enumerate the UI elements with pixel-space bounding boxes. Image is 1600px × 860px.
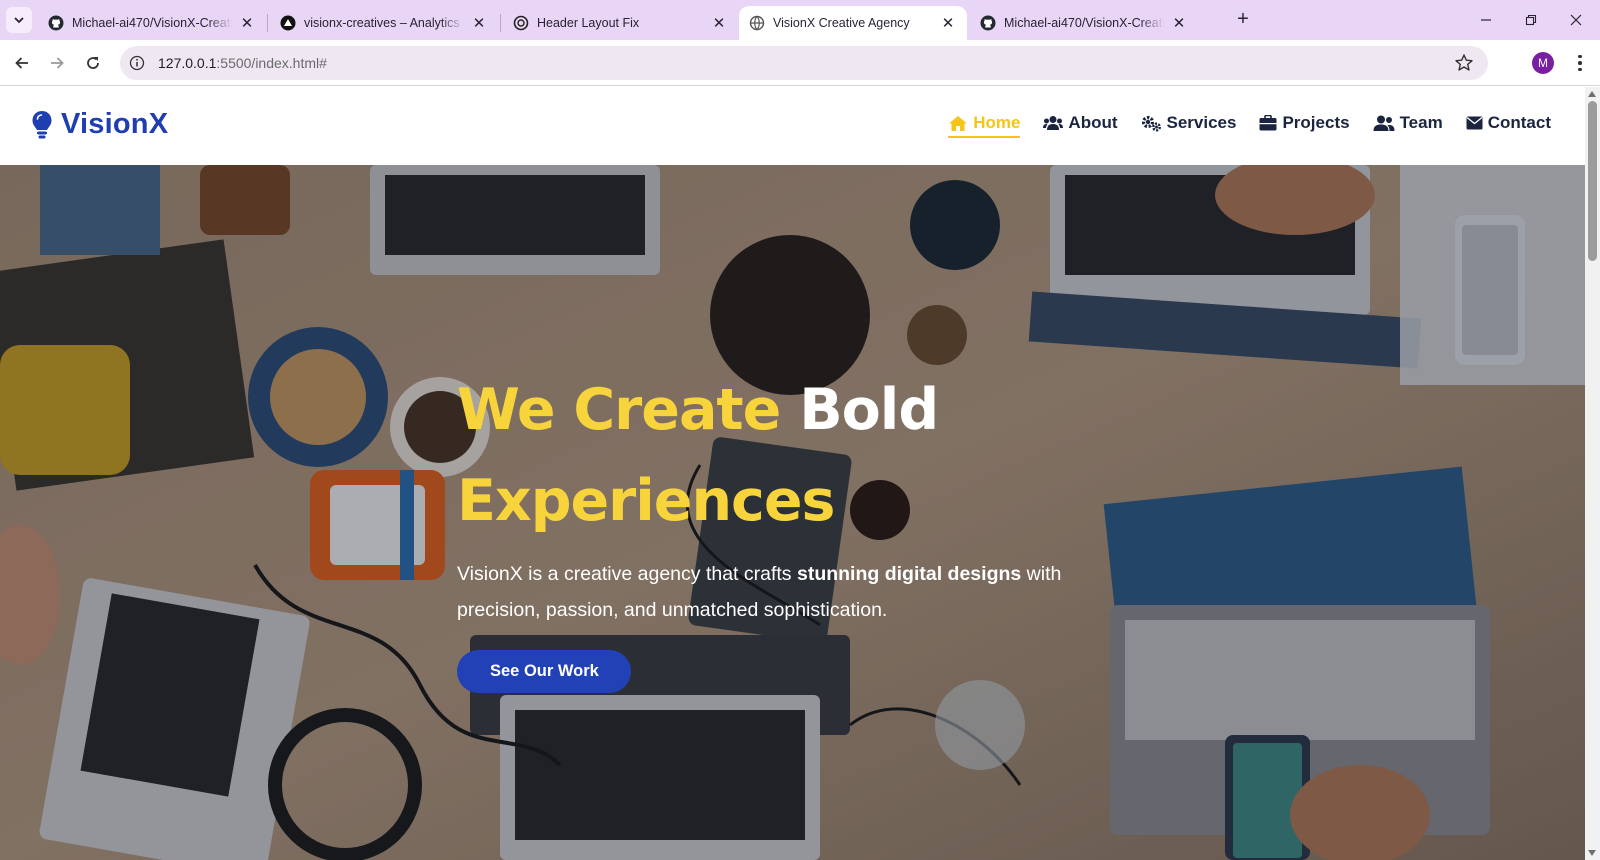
- reload-icon: [87, 57, 99, 69]
- nav-services[interactable]: Services: [1141, 113, 1237, 137]
- see-our-work-button[interactable]: See Our Work: [457, 650, 631, 693]
- tab-title: Header Layout Fix: [537, 16, 640, 30]
- scroll-down-arrow[interactable]: [1588, 850, 1596, 856]
- github-icon: [48, 15, 64, 31]
- close-icon: [1570, 14, 1582, 26]
- users-icon: [1043, 116, 1064, 130]
- tab-close-icon[interactable]: ✕: [939, 14, 957, 32]
- arrow-left-icon: [15, 57, 28, 69]
- nav-contact[interactable]: Contact: [1466, 113, 1551, 137]
- tab-close-icon[interactable]: ✕: [710, 14, 728, 32]
- hero-section: We Create Bold Experiences VisionX is a …: [0, 165, 1585, 860]
- hero-description: VisionX is a creative agency that crafts…: [457, 556, 1077, 628]
- restore-icon: [1525, 14, 1537, 26]
- lightbulb-icon: [32, 110, 52, 138]
- browser-tab-vercel[interactable]: visionx-creatives – Analytics – V ✕: [270, 6, 498, 40]
- site-info-icon[interactable]: [128, 54, 146, 72]
- tab-title: Michael-ai470/VisionX-Creative: [1004, 16, 1164, 30]
- nav-team[interactable]: Team: [1373, 113, 1443, 137]
- hero-title-highlight-2: Experiences: [457, 468, 835, 534]
- nav-label: Projects: [1282, 113, 1350, 132]
- site-logo[interactable]: VisionX: [31, 108, 168, 141]
- nav-label: About: [1068, 113, 1118, 132]
- browser-tab-github-1[interactable]: Michael-ai470/VisionX-Creative ✕: [38, 6, 266, 40]
- browser-tab-active[interactable]: VisionX Creative Agency ✕: [739, 6, 967, 40]
- hero-description-part: VisionX is a creative agency that crafts: [457, 563, 792, 585]
- reload-button[interactable]: [81, 51, 105, 75]
- minimize-icon: [1481, 19, 1491, 21]
- tab-divider: [500, 14, 501, 32]
- chevron-down-icon: [14, 17, 24, 24]
- bookmark-star-icon[interactable]: [1454, 53, 1474, 73]
- restore-button[interactable]: [1519, 8, 1543, 32]
- site-header: VisionX Home About Services Projects Tea…: [0, 87, 1585, 165]
- browser-tab-github-2[interactable]: Michael-ai470/VisionX-Creative ✕: [970, 6, 1198, 40]
- arrow-right-icon: [51, 57, 64, 69]
- tab-close-icon[interactable]: ✕: [238, 14, 256, 32]
- browser-toolbar: 127.0.0.1:5500/index.html# M: [0, 40, 1600, 86]
- url-text: 127.0.0.1:5500/index.html#: [158, 55, 327, 71]
- github-icon: [980, 15, 996, 31]
- hero-title: We Create Bold Experiences: [457, 365, 1077, 547]
- back-button[interactable]: [10, 51, 34, 75]
- tab-title: VisionX Creative Agency: [773, 16, 910, 30]
- tab-close-icon[interactable]: ✕: [1170, 14, 1188, 32]
- brand-name: VisionX: [61, 108, 169, 140]
- nav-label: Contact: [1487, 113, 1551, 132]
- tab-divider: [267, 14, 268, 32]
- profile-avatar[interactable]: M: [1532, 52, 1554, 74]
- close-window-button[interactable]: [1564, 8, 1588, 32]
- chatgpt-icon: [513, 15, 529, 31]
- envelope-icon: [1466, 116, 1483, 130]
- url-host: 127.0.0.1: [158, 55, 217, 71]
- nav-label: Services: [1166, 113, 1237, 132]
- page-scrollbar[interactable]: [1585, 87, 1600, 860]
- browser-tab-bar: Michael-ai470/VisionX-Creative ✕ visionx…: [0, 0, 1600, 40]
- gears-icon: [1141, 115, 1161, 132]
- tab-close-icon[interactable]: ✕: [470, 14, 488, 32]
- briefcase-icon: [1259, 115, 1277, 131]
- vercel-icon: [280, 15, 296, 31]
- nav-label: Home: [973, 113, 1021, 132]
- hero-content: We Create Bold Experiences VisionX is a …: [457, 365, 1077, 693]
- address-bar[interactable]: 127.0.0.1:5500/index.html#: [120, 46, 1488, 80]
- tab-title: Michael-ai470/VisionX-Creative: [72, 16, 232, 30]
- hero-title-highlight: We Create: [457, 377, 781, 443]
- scrollbar-thumb[interactable]: [1588, 101, 1597, 261]
- browser-tab-chatgpt[interactable]: Header Layout Fix ✕: [503, 6, 738, 40]
- nav-about[interactable]: About: [1043, 113, 1118, 137]
- tab-search-button[interactable]: [6, 7, 32, 33]
- page-viewport: We Create Bold Experiences VisionX is a …: [0, 87, 1600, 860]
- tab-title: visionx-creatives – Analytics – V: [304, 16, 464, 30]
- browser-menu-icon[interactable]: [1570, 52, 1590, 74]
- user-group-icon: [1373, 115, 1395, 131]
- new-tab-button[interactable]: +: [1232, 9, 1254, 31]
- nav-label: Team: [1399, 113, 1443, 132]
- forward-button[interactable]: [45, 51, 69, 75]
- globe-icon: [749, 15, 765, 31]
- url-path: :5500/index.html#: [216, 55, 327, 71]
- main-nav: Home About Services Projects Team Contac…: [925, 113, 1551, 138]
- home-icon: [949, 115, 968, 131]
- hero-description-emphasis: stunning digital designs: [796, 563, 1022, 585]
- minimize-button[interactable]: [1474, 8, 1498, 32]
- nav-projects[interactable]: Projects: [1259, 113, 1350, 137]
- nav-home[interactable]: Home: [948, 113, 1021, 138]
- hero-title-bold: Bold: [799, 377, 939, 443]
- scroll-up-arrow[interactable]: [1588, 91, 1596, 97]
